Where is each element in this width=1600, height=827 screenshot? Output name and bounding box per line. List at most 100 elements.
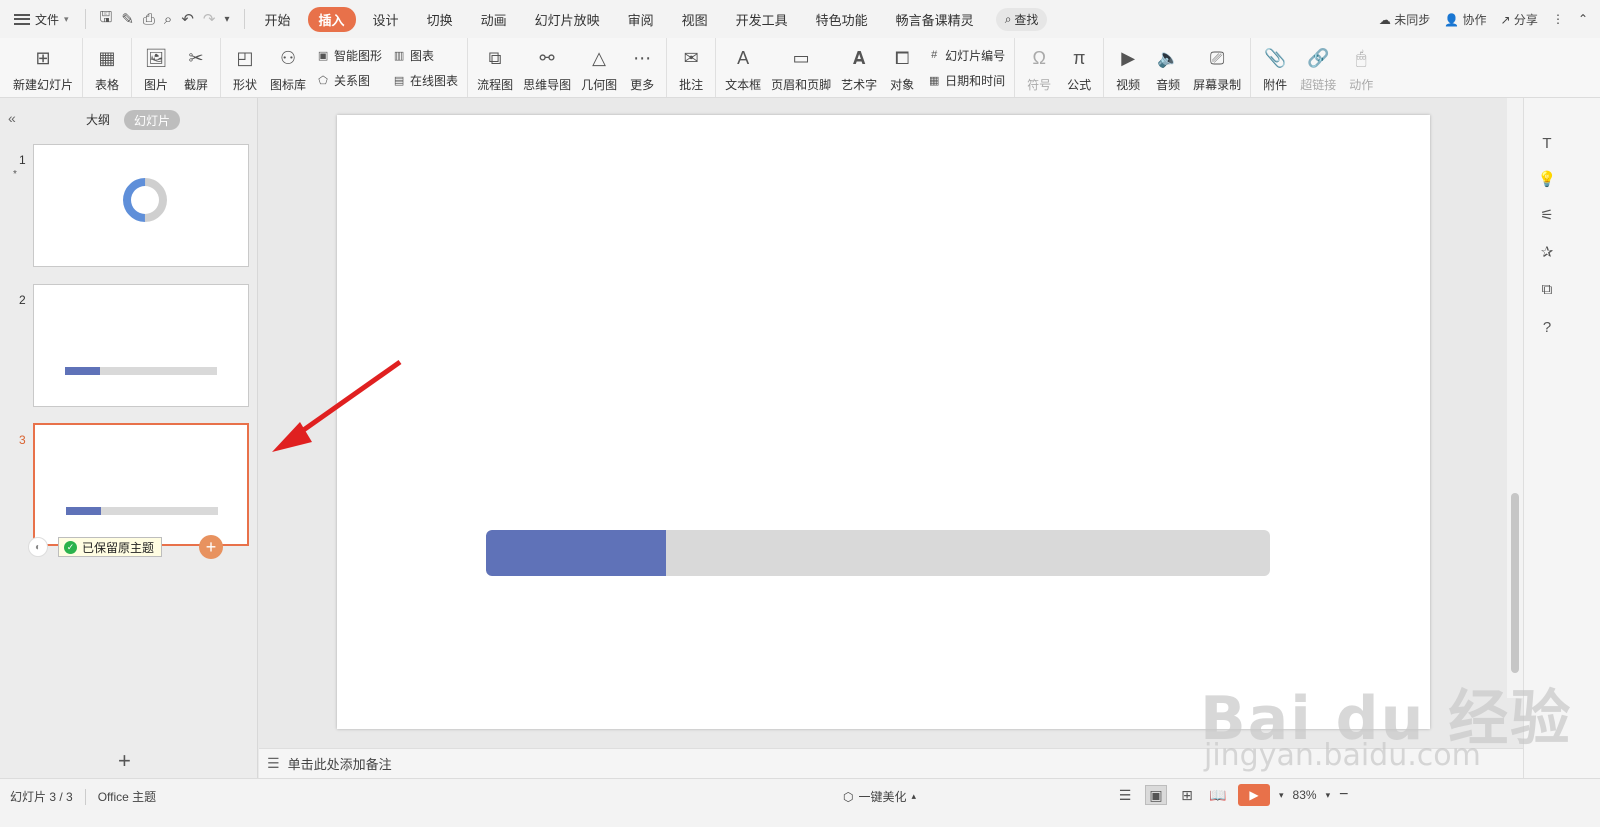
more-menu-icon[interactable]: ⋮ (1552, 12, 1564, 26)
tab-changyan[interactable]: 畅言备课精灵 (885, 7, 985, 32)
lightbulb-icon[interactable]: 💡 (1538, 170, 1557, 188)
donut-chart-shape (113, 168, 177, 232)
tab-review[interactable]: 审阅 (617, 7, 665, 32)
object-icon: ⧠ (894, 47, 910, 68)
textbox-button[interactable]: A 文本框 (720, 38, 766, 97)
action-button[interactable]: 🖱 动作 (1341, 38, 1381, 97)
more-label: 更多 (630, 78, 655, 92)
slide-editing-area (259, 98, 1507, 748)
notes-toggle-icon[interactable]: ☰ (1114, 785, 1136, 805)
collapse-panel-icon[interactable]: « (8, 110, 16, 126)
slide-thumbnail-3[interactable] (33, 423, 249, 546)
zoom-level[interactable]: 83% (1293, 788, 1317, 802)
video-label: 视频 (1116, 78, 1141, 92)
date-time-button[interactable]: ▦ 日期和时间 (927, 72, 1005, 89)
more-button[interactable]: ⋯ 更多 (622, 38, 662, 97)
tab-slides[interactable]: 幻灯片 (124, 110, 180, 130)
comment-button[interactable]: ✉ 批注 (671, 38, 711, 97)
audio-button[interactable]: 🔈 音频 (1148, 38, 1188, 97)
share-button[interactable]: ↗ 分享 (1501, 11, 1538, 28)
tab-insert[interactable]: 插入 (307, 6, 356, 32)
sync-status[interactable]: ☁ 未同步 (1379, 11, 1430, 28)
header-footer-button[interactable]: ▭ 页眉和页脚 (766, 38, 836, 97)
vertical-scrollbar[interactable] (1507, 98, 1523, 698)
new-slide-button[interactable]: ⊞ 新建幻灯片 (8, 38, 78, 97)
tab-features[interactable]: 特色功能 (805, 7, 879, 32)
undo-icon[interactable]: ↶ (181, 10, 194, 28)
progress-bar-track[interactable] (486, 530, 1270, 576)
redo-icon[interactable]: ↷ (203, 10, 216, 28)
quick-access-toolbar: 🖫 ✎ ⎙ ⌕ ↶ ↷ ▾ (92, 7, 238, 32)
tab-home[interactable]: 开始 (254, 7, 302, 32)
collapse-ribbon-icon[interactable]: ⌃ (1578, 12, 1588, 26)
tab-animation[interactable]: 动画 (470, 7, 518, 32)
screenshot-button[interactable]: ✂ 截屏 (176, 38, 216, 97)
slide-thumbnail-1[interactable] (33, 144, 249, 267)
panel-header: « 大纲 幻灯片 (0, 110, 258, 130)
slide-thumbnail-2[interactable] (33, 284, 249, 407)
hyperlink-button[interactable]: 🔗 超链接 (1295, 38, 1341, 97)
symbol-button[interactable]: Ω 符号 (1019, 38, 1059, 97)
object-button[interactable]: ⧠ 对象 (882, 38, 922, 97)
slide-transition-icon[interactable]: ⧉ (1538, 280, 1556, 298)
progress-bar-fill[interactable] (486, 530, 667, 576)
text-style-icon[interactable]: T (1538, 134, 1556, 152)
tab-design[interactable]: 设计 (362, 7, 410, 32)
comment-icon: ✉ (683, 47, 699, 68)
icon-library-button[interactable]: ⚇ 图标库 (265, 38, 311, 97)
reading-view-icon[interactable]: 📖 (1207, 785, 1229, 805)
geometry-button[interactable]: △ 几何图 (576, 38, 622, 97)
theme-name[interactable]: Office 主题 (98, 788, 156, 805)
chevron-down-icon[interactable]: ▾ (1326, 790, 1331, 801)
insert-slide-button[interactable]: + (199, 535, 223, 559)
tab-outline[interactable]: 大纲 (86, 111, 110, 128)
zoom-out-icon[interactable]: − (1339, 786, 1348, 804)
collaborate-button[interactable]: 👤 协作 (1444, 11, 1486, 28)
mindmap-button[interactable]: ⚯ 思维导图 (518, 38, 576, 97)
slide-sorter-icon[interactable]: ⊞ (1176, 785, 1198, 805)
format-painter-icon[interactable]: ✎ (121, 10, 134, 28)
normal-view-icon[interactable]: ▣ (1145, 785, 1167, 805)
picture-button[interactable]: 🖼 图片 (136, 38, 176, 97)
notes-icon: ☰ (267, 755, 280, 771)
formula-button[interactable]: π 公式 (1059, 38, 1099, 97)
screen-record-button[interactable]: ⎚ 屏幕录制 (1188, 38, 1246, 97)
sliders-icon[interactable]: ⚟ (1538, 206, 1556, 224)
customize-icon[interactable]: ▾ (224, 14, 229, 25)
chevron-down-icon[interactable]: ▾ (1279, 790, 1284, 801)
current-slide[interactable] (337, 115, 1430, 729)
tab-view[interactable]: 视图 (671, 7, 719, 32)
print-preview-icon[interactable]: ⌕ (164, 11, 172, 28)
shape-button[interactable]: ◰ 形状 (225, 38, 265, 97)
help-icon[interactable]: ? (1538, 318, 1556, 336)
chart-button[interactable]: ▥ 图表 (392, 47, 458, 64)
play-slideshow-button[interactable]: ▶ (1238, 784, 1270, 806)
picture-icon: 🖼 (144, 47, 168, 68)
wordart-button[interactable]: 𝐀 艺术字 (836, 38, 882, 97)
slide-number-button[interactable]: # 幻灯片编号 (927, 47, 1005, 64)
add-slide-icon[interactable]: + (118, 748, 131, 774)
object-label: 对象 (890, 78, 915, 92)
share-label: 分享 (1513, 12, 1538, 27)
attachment-button[interactable]: 📎 附件 (1255, 38, 1295, 97)
tab-slideshow[interactable]: 幻灯片放映 (524, 7, 611, 32)
user-icon: 👤 (1444, 12, 1460, 27)
search-button[interactable]: ⌕ 查找 (995, 7, 1048, 31)
save-icon[interactable]: 🖫 (100, 7, 113, 32)
tab-developer[interactable]: 开发工具 (725, 7, 799, 32)
table-button[interactable]: ▦ 表格 (87, 38, 127, 97)
smart-shape-button[interactable]: ▣ 智能图形 (316, 47, 382, 64)
print-icon[interactable]: ⎙ (143, 11, 155, 28)
calendar-icon: ▦ (928, 74, 940, 87)
beautify-button[interactable]: ⬡ 一键美化 ▴ (843, 788, 916, 805)
relation-button[interactable]: ⬠ 关系图 (316, 72, 382, 89)
video-button[interactable]: ▶ 视频 (1108, 38, 1148, 97)
online-chart-button[interactable]: ▤ 在线图表 (392, 72, 458, 89)
theme-icon[interactable]: ◐ (28, 537, 48, 557)
online-chart-label: 在线图表 (410, 73, 459, 88)
animation-star-icon[interactable]: ✰ (1538, 243, 1556, 261)
scrollbar-thumb[interactable] (1511, 493, 1519, 673)
flowchart-button[interactable]: ⧉ 流程图 (472, 38, 518, 97)
file-menu[interactable]: 文件 ▾ (0, 0, 79, 38)
tab-transition[interactable]: 切换 (416, 7, 464, 32)
